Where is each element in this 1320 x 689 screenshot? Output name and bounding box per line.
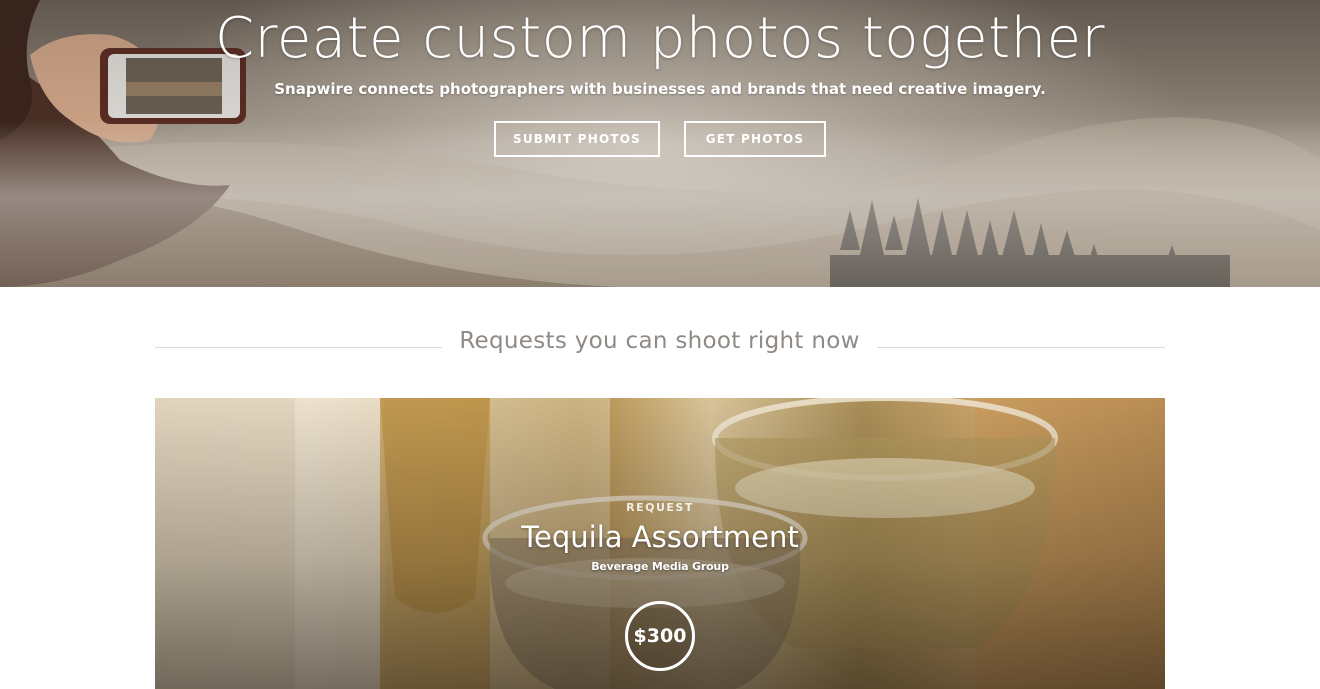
- request-company: Beverage Media Group: [591, 560, 729, 573]
- request-title[interactable]: Tequila Assortment: [155, 520, 1165, 554]
- requests-heading-text: Requests you can shoot right now: [459, 328, 860, 354]
- price-badge: $300: [625, 601, 695, 671]
- heading-divider-right: [877, 347, 1165, 348]
- request-label: REQUEST: [626, 501, 694, 514]
- heading-divider-left: [155, 347, 442, 348]
- hero-subtitle: Snapwire connects photographers with bus…: [274, 80, 1046, 98]
- get-photos-button[interactable]: GET PHOTOS: [684, 121, 826, 157]
- hero-title: Create custom photos together: [214, 6, 1106, 71]
- submit-photos-button[interactable]: SUBMIT PHOTOS: [494, 121, 660, 157]
- hero-banner: Create custom photos together Snapwire c…: [0, 0, 1320, 287]
- request-card[interactable]: REQUEST Tequila Assortment Beverage Medi…: [155, 398, 1165, 689]
- requests-section-heading: Requests you can shoot right now: [155, 328, 1165, 364]
